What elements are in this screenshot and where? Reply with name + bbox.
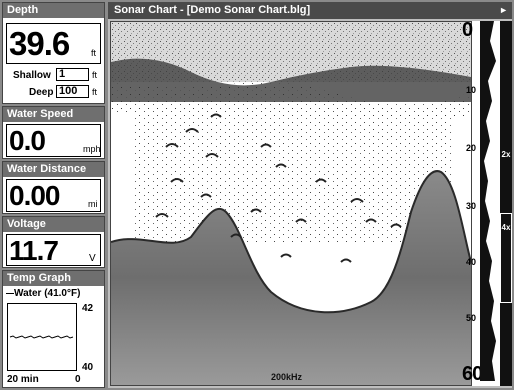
shallow-unit: ft bbox=[92, 70, 98, 80]
water-distance-panel: Water Distance 0.00 mi bbox=[2, 161, 105, 214]
deep-unit: ft bbox=[92, 87, 98, 97]
water-speed-value: 0.0 bbox=[9, 125, 46, 156]
water-distance-box: 0.00 mi bbox=[6, 179, 101, 212]
temp-legend-text: Water (41.0°F) bbox=[14, 288, 81, 299]
amplitude-scope bbox=[480, 21, 496, 381]
shallow-label: Shallow bbox=[13, 70, 51, 81]
shallow-input[interactable]: 1 bbox=[56, 68, 89, 81]
water-distance-title: Water Distance bbox=[3, 162, 104, 177]
zoom-4x-label[interactable]: 4x bbox=[501, 224, 511, 232]
water-speed-panel: Water Speed 0.0 mph bbox=[2, 106, 105, 159]
water-speed-title: Water Speed bbox=[3, 107, 104, 122]
depth-value-box: 39.6 ft bbox=[6, 23, 101, 64]
sonar-image bbox=[111, 22, 471, 385]
temp-legend: Water (41.0°F) bbox=[6, 288, 80, 299]
water-distance-value: 0.00 bbox=[9, 180, 60, 211]
zoom-bar[interactable]: 2x 4x bbox=[500, 21, 512, 386]
temp-graph-title: Temp Graph bbox=[3, 271, 104, 286]
depth-tick-20: 20 bbox=[466, 143, 477, 153]
voltage-unit: V bbox=[89, 253, 96, 264]
temp-y-top: 42 bbox=[82, 303, 94, 314]
water-speed-unit: mph bbox=[83, 144, 101, 154]
right-arrow-icon[interactable]: ► bbox=[499, 2, 508, 19]
depth-value: 39.6 bbox=[9, 25, 70, 62]
temp-legend-line bbox=[6, 292, 14, 294]
temp-y-bottom: 40 bbox=[82, 362, 94, 373]
voltage-value: 11.7 bbox=[9, 235, 59, 266]
temp-x-right: 0 bbox=[75, 374, 81, 385]
depth-scale: 0 10 20 30 40 50 60 bbox=[462, 20, 500, 386]
depth-unit: ft bbox=[91, 48, 97, 58]
temp-graph-line bbox=[9, 335, 74, 339]
sonar-chart[interactable]: 200kHz bbox=[110, 21, 472, 386]
app-frame: Depth 39.6 ft Shallow 1 ft Deep 100 ft W… bbox=[0, 0, 514, 390]
sonar-title-bar: Sonar Chart - [Demo Sonar Chart.blg] bbox=[108, 2, 512, 19]
depth-tick-40: 40 bbox=[466, 257, 477, 267]
water-speed-box: 0.0 mph bbox=[6, 124, 101, 157]
depth-tick-30: 30 bbox=[466, 201, 477, 211]
sonar-window-title: Sonar Chart - [Demo Sonar Chart.blg] bbox=[114, 4, 311, 16]
water-distance-unit: mi bbox=[88, 199, 98, 209]
deep-input[interactable]: 100 bbox=[56, 85, 89, 98]
depth-tick-10: 10 bbox=[466, 85, 477, 95]
depth-panel-title: Depth bbox=[3, 3, 104, 18]
voltage-panel: Voltage 11.7 V bbox=[2, 216, 105, 268]
sonar-window: Sonar Chart - [Demo Sonar Chart.blg] ► 2… bbox=[108, 2, 512, 388]
sidebar: Depth 39.6 ft Shallow 1 ft Deep 100 ft W… bbox=[2, 2, 105, 388]
depth-tick-50: 50 bbox=[466, 313, 477, 323]
temp-graph-panel: Temp Graph Water (41.0°F) 42 40 20 min 0 bbox=[2, 270, 105, 388]
depth-panel: Depth 39.6 ft Shallow 1 ft Deep 100 ft bbox=[2, 2, 105, 104]
voltage-box: 11.7 V bbox=[6, 234, 101, 266]
voltage-title: Voltage bbox=[3, 217, 104, 232]
temp-graph-area bbox=[7, 303, 77, 371]
depth-scale-top: 0 bbox=[462, 19, 473, 41]
deep-label: Deep bbox=[29, 87, 54, 98]
temp-x-left: 20 min bbox=[7, 374, 39, 385]
zoom-2x-label[interactable]: 2x bbox=[501, 151, 511, 159]
frequency-label: 200kHz bbox=[271, 372, 303, 382]
